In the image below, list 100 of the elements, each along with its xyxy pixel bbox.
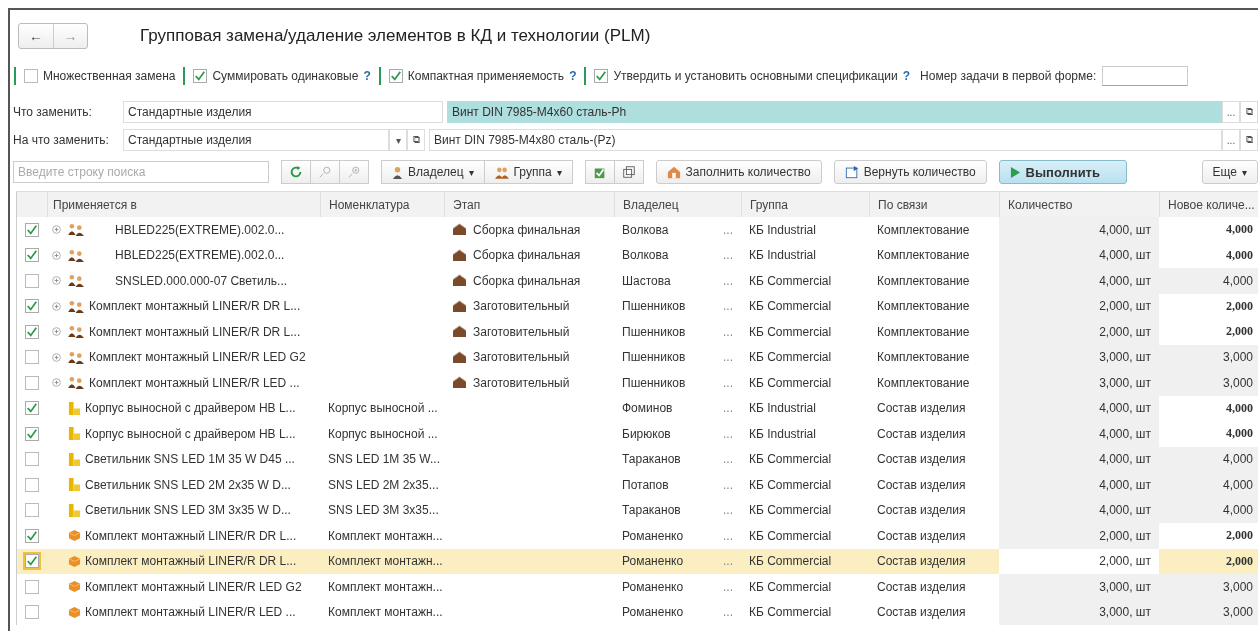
table-row[interactable]: Комплект монтажный LINER/R DR L... Заготовительный Пшенников ... КБ Commercial Комплектование 2,000, шт 2,000	[17, 293, 1258, 319]
table-row[interactable]: HBLED225(EXTREME).002.0... Сборка финальная Волкова ... КБ Industrial Комплектование 4,000, шт 4,000	[17, 242, 1258, 268]
expand-icon[interactable]	[52, 276, 61, 286]
table-row[interactable]: Комплект монтажный LINER/R DR L... Комплект монтажн... Романенко ... КБ Commercial Состав изделия 2,000, шт 2,000	[17, 523, 1258, 549]
table-row[interactable]: Корпус выносной с драйвером HB L... Корпус выносной ... Фоминов ... КБ Industrial Состав изделия 4,000, шт 4,000	[17, 395, 1258, 421]
table-row[interactable]: Светильник SNS LED 1M 35 W D45 ... SNS LED 1M 35 W... Тараканов ... КБ Commercial Состав изделия 4,000, шт 4,000	[17, 446, 1258, 472]
select-button[interactable]: ...	[1222, 129, 1240, 151]
checkbox[interactable]	[25, 324, 39, 339]
type-field[interactable]: Стандартные изделия	[123, 129, 389, 151]
column-header[interactable]: По связи	[869, 192, 999, 217]
column-header[interactable]: Этап	[444, 192, 614, 217]
table-row[interactable]: Комплект монтажный LINER/R LED ... Заготовительный Пшенников ... КБ Commercial Комплектование 3,000, шт 3,000	[17, 370, 1258, 396]
checkbox[interactable]	[388, 69, 403, 83]
type-field[interactable]: Стандартные изделия	[123, 101, 443, 123]
column-header[interactable]: Владелец	[614, 192, 741, 217]
checkbox[interactable]	[25, 426, 39, 441]
new-quantity-cell[interactable]: 4,000	[1159, 446, 1258, 472]
checkbox[interactable]	[25, 299, 39, 314]
checkbox[interactable]	[25, 273, 39, 288]
owner-select-button[interactable]: ...	[723, 401, 733, 416]
open-button[interactable]: ⧉	[1240, 101, 1258, 123]
owner-select-button[interactable]: ...	[723, 503, 733, 518]
new-quantity-cell[interactable]: 2,000	[1159, 548, 1258, 574]
new-quantity-cell[interactable]: 4,000	[1159, 268, 1258, 294]
new-quantity-cell[interactable]: 3,000	[1159, 599, 1258, 625]
new-quantity-cell[interactable]: 3,000	[1159, 574, 1258, 600]
column-header[interactable]: Применяется в	[47, 192, 320, 217]
group-button[interactable]: Группа ▾	[484, 160, 573, 184]
checkbox[interactable]	[594, 69, 609, 83]
checkbox[interactable]	[25, 477, 39, 492]
check-all-button[interactable]	[584, 160, 615, 184]
owner-select-button[interactable]: ...	[723, 248, 733, 263]
expand-button[interactable]	[340, 160, 369, 184]
owner-select-button[interactable]: ...	[723, 477, 733, 492]
column-header[interactable]: Номенклатура	[320, 192, 444, 217]
item-field[interactable]: Винт DIN 7985-M4x60 сталь-Ph	[447, 101, 1222, 123]
fill-quantity-button[interactable]: Заполнить количество	[655, 160, 822, 184]
copy-button[interactable]	[614, 160, 644, 184]
checkbox[interactable]	[25, 350, 39, 365]
owner-select-button[interactable]: ...	[723, 299, 733, 314]
checkbox[interactable]	[25, 605, 39, 620]
new-quantity-cell[interactable]: 4,000	[1159, 472, 1258, 498]
owner-select-button[interactable]: ...	[723, 324, 733, 339]
checkbox[interactable]	[25, 401, 39, 416]
owner-select-button[interactable]: ...	[723, 426, 733, 441]
open-button[interactable]: ⧉	[407, 129, 425, 151]
expand-icon[interactable]	[52, 352, 61, 362]
table-row[interactable]: SNSLED.000.000-07 Светиль... Сборка финальная Шастова ... КБ Commercial Комплектование 4,000, шт 4,000	[17, 268, 1258, 294]
checkbox[interactable]	[25, 579, 39, 594]
table-row[interactable]: HBLED225(EXTREME).002.0... Сборка финальная Волкова ... КБ Industrial Комплектование 4,000, шт 4,000	[17, 217, 1258, 243]
expand-icon[interactable]	[52, 378, 61, 388]
owner-select-button[interactable]: ...	[723, 375, 733, 390]
run-button[interactable]: Выполнить	[998, 160, 1127, 184]
help-link[interactable]: ?	[569, 69, 577, 83]
checkbox[interactable]	[25, 452, 39, 467]
checkbox[interactable]	[24, 69, 38, 83]
table-row[interactable]: Комплект монтажный LINER/R DR L... Комплект монтажн... Романенко ... КБ Commercial Состав изделия 2,000, шт 2,000	[17, 548, 1258, 574]
item-field[interactable]: Винт DIN 7985-M4x80 сталь-(Pz)	[429, 129, 1222, 151]
owner-select-button[interactable]: ...	[723, 452, 733, 467]
task-number-field[interactable]	[1102, 66, 1189, 86]
owner-select-button[interactable]: ...	[723, 350, 733, 365]
expand-icon[interactable]	[52, 327, 61, 337]
expand-icon[interactable]	[52, 225, 61, 235]
back-button[interactable]: ←	[19, 24, 53, 48]
table-row[interactable]: Комплект монтажный LINER/R LED G2 Комплект монтажн... Романенко ... КБ Commercial Состав изделия 3,000, шт 3,000	[17, 574, 1258, 600]
column-header[interactable]: Группа	[741, 192, 869, 217]
owner-select-button[interactable]: ...	[723, 222, 733, 237]
checkbox[interactable]	[25, 554, 39, 569]
owner-select-button[interactable]: ...	[723, 528, 733, 543]
refresh-button[interactable]	[281, 160, 311, 184]
table-row[interactable]: Комплект монтажный LINER/R LED G2 Заготовительный Пшенников ... КБ Commercial Комплектование 3,000, шт 3,000	[17, 344, 1258, 370]
checkbox[interactable]	[25, 528, 39, 543]
new-quantity-cell[interactable]: 3,000	[1159, 344, 1258, 370]
collapse-button[interactable]	[311, 160, 340, 184]
expand-icon[interactable]	[52, 250, 61, 260]
table-row[interactable]: Корпус выносной с драйвером HB L... Корпус выносной ... Бирюков ... КБ Industrial Состав изделия 4,000, шт 4,000	[17, 421, 1258, 447]
table-row[interactable]: Светильник SNS LED 3M 3x35 W D... SNS LED 3M 3x35... Тараканов ... КБ Commercial Состав изделия 4,000, шт 4,000	[17, 497, 1258, 523]
checkbox[interactable]	[25, 375, 39, 390]
more-button[interactable]: Еще ▾	[1201, 160, 1258, 184]
expand-icon[interactable]	[52, 301, 61, 311]
new-quantity-cell[interactable]: 4,000	[1159, 497, 1258, 523]
select-button[interactable]: ...	[1222, 101, 1240, 123]
table-row[interactable]: Светильник SNS LED 2M 2x35 W D... SNS LED 2M 2x35... Потапов ... КБ Commercial Состав изделия 4,000, шт 4,000	[17, 472, 1258, 498]
owner-select-button[interactable]: ...	[723, 605, 733, 620]
restore-quantity-button[interactable]: Вернуть количество	[833, 160, 987, 184]
owner-select-button[interactable]: ...	[723, 579, 733, 594]
checkbox[interactable]	[25, 248, 39, 263]
help-link[interactable]: ?	[363, 69, 371, 83]
table-row[interactable]: Комплект монтажный LINER/R LED ... Комплект монтажн... Романенко ... КБ Commercial Состав изделия 3,000, шт 3,000	[17, 599, 1258, 625]
checkbox[interactable]	[25, 222, 39, 237]
open-button[interactable]: ⧉	[1240, 129, 1258, 151]
checkbox[interactable]	[193, 69, 208, 83]
search-field[interactable]: Введите строку поиска	[13, 161, 269, 183]
dropdown-button[interactable]: ▾	[389, 129, 407, 151]
help-link[interactable]: ?	[902, 69, 911, 83]
owner-select-button[interactable]: ...	[723, 273, 733, 288]
checkbox[interactable]	[25, 503, 39, 518]
table-row[interactable]: Комплект монтажный LINER/R DR L... Заготовительный Пшенников ... КБ Commercial Комплектование 2,000, шт 2,000	[17, 319, 1258, 345]
owner-button[interactable]: Владелец ▾	[381, 160, 485, 184]
new-quantity-cell[interactable]: 3,000	[1159, 370, 1258, 396]
